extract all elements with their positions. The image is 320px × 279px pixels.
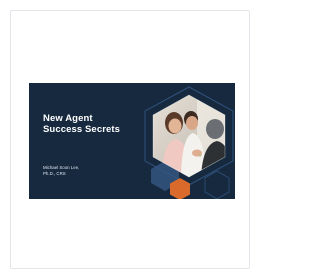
- slide-title-line-1: New Agent: [43, 113, 93, 124]
- hexagon-outline-small: [204, 170, 230, 199]
- slide-author: Michael Soon Lee, Ph.D., CRS: [43, 165, 123, 176]
- slide-artwork: [144, 86, 234, 199]
- presentation-thumbnail[interactable]: New Agent Success Secrets Michael Soon L…: [29, 83, 235, 199]
- slide-author-line-2: Ph.D., CRS: [43, 170, 66, 176]
- slide-title: New Agent Success Secrets: [43, 113, 133, 135]
- file-preview-card[interactable]: New Agent Success Secrets Michael Soon L…: [10, 10, 250, 269]
- slide-title-line-2: Success Secrets: [43, 124, 121, 135]
